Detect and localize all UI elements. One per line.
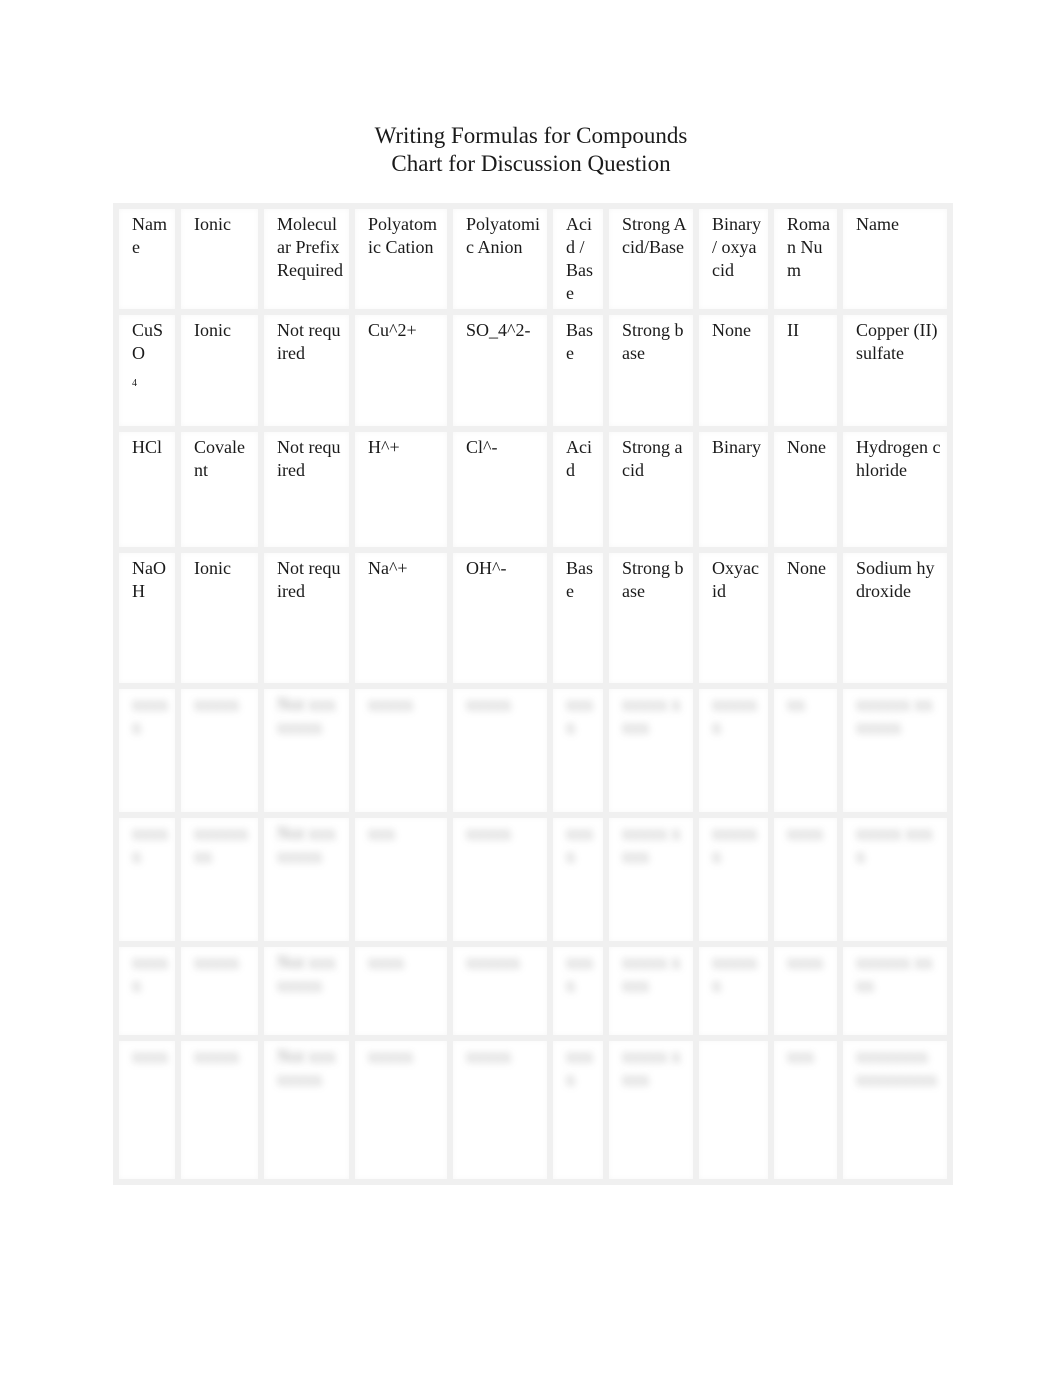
blurred-table-row: xxxx xxxxx Not xxxxxxxx xxxxx xxxxx xxxx… bbox=[113, 1035, 953, 1185]
blurred-cell: xxxx bbox=[113, 1035, 181, 1185]
acid-base-cell: Base bbox=[547, 309, 609, 432]
blurred-cell: xxxxxx bbox=[693, 812, 774, 947]
prefix-cell: Not required bbox=[258, 426, 355, 553]
binary-oxyacid-cell: None bbox=[693, 309, 774, 432]
cation-cell: H^+ bbox=[349, 426, 453, 553]
blurred-cell: xxxxxxxx xxxxxxxxx bbox=[837, 1035, 953, 1185]
blurred-cell: xxxxx xxxx bbox=[603, 1035, 699, 1185]
blurred-cell: xxxxx xxxx bbox=[603, 683, 699, 818]
blurred-table-row: xxxxx xxxxx Not xxxxxxxx xxxx xxxxxx xxx… bbox=[113, 941, 953, 1041]
blurred-cell: xxxxx bbox=[447, 683, 553, 818]
cation-cell: Cu^2+ bbox=[349, 309, 453, 432]
header-cell: Polyatomic Cation bbox=[349, 203, 453, 315]
formula-main: CuSO bbox=[132, 320, 164, 363]
blurred-cell: xxxxx bbox=[113, 812, 181, 947]
blurred-cell: xxxxxxxx bbox=[175, 812, 264, 947]
blurred-cell: xxxxxx xxxxxxx bbox=[837, 683, 953, 818]
blurred-cell: xxx bbox=[768, 1035, 843, 1185]
blurred-cell: xxxx bbox=[547, 812, 609, 947]
blurred-cell: xxxx bbox=[768, 812, 843, 947]
blurred-cell: xxxxx bbox=[175, 941, 264, 1041]
formula-cell: NaOH bbox=[113, 547, 181, 689]
blurred-cell: Not xxxxxxxx bbox=[258, 941, 355, 1041]
blurred-cell: xxxxx bbox=[175, 1035, 264, 1185]
blurred-cell: xxxx bbox=[768, 941, 843, 1041]
blurred-cell: xxxxx xxxx bbox=[837, 812, 953, 947]
blurred-cell: xxxx bbox=[547, 1035, 609, 1185]
table-row: CuSO 4 Ionic Not required Cu^2+ SO_4^2- B… bbox=[113, 309, 953, 432]
blurred-cell: xxxx bbox=[547, 683, 609, 818]
document-title: Writing Formulas for Compounds Chart for… bbox=[0, 122, 1062, 178]
blurred-cell: xxxxxx bbox=[693, 941, 774, 1041]
blurred-cell: xxxxx xxxx bbox=[603, 941, 699, 1041]
blurred-cell: xxxxx bbox=[113, 941, 181, 1041]
anion-cell: SO_4^2- bbox=[447, 309, 553, 432]
table-header-row: Name Ionic Molecular Prefix Required Pol… bbox=[113, 203, 953, 315]
blurred-cell: xxxxxx bbox=[693, 683, 774, 818]
compound-name-cell: Hydrogen chloride bbox=[837, 426, 953, 553]
bond-type-cell: Ionic bbox=[175, 547, 264, 689]
blurred-table-row: xxxxx xxxxxxxx Not xxxxxxxx xxx xxxxx xx… bbox=[113, 812, 953, 947]
table-row: HCl Covalent Not required H^+ Cl^- Acid … bbox=[113, 426, 953, 553]
acid-base-cell: Acid bbox=[547, 426, 609, 553]
formula-cell: HCl bbox=[113, 426, 181, 553]
anion-cell: OH^- bbox=[447, 547, 553, 689]
blurred-cell: Not xxxxxxxx bbox=[258, 683, 355, 818]
table-row: NaOH Ionic Not required Na^+ OH^- Base S… bbox=[113, 547, 953, 689]
blurred-cell bbox=[693, 1035, 774, 1185]
blurred-cell: xxxxx xxxx bbox=[603, 812, 699, 947]
compounds-table-wrapper: Name Ionic Molecular Prefix Required Pol… bbox=[113, 203, 953, 1185]
header-cell: Strong Acid/Base bbox=[603, 203, 699, 315]
blurred-cell: xxxxx bbox=[447, 812, 553, 947]
header-cell: Ionic bbox=[175, 203, 264, 315]
acid-base-cell: Base bbox=[547, 547, 609, 689]
header-cell: Name bbox=[837, 203, 953, 315]
title-line-2: Chart for Discussion Question bbox=[391, 151, 671, 176]
blurred-cell: xxxx bbox=[349, 941, 453, 1041]
formula-cell: CuSO 4 bbox=[113, 309, 181, 432]
blurred-cell: xxxxx bbox=[349, 683, 453, 818]
blurred-cell: xxxxx bbox=[113, 683, 181, 818]
header-cell: Roman Num bbox=[768, 203, 843, 315]
header-cell: Molecular Prefix Required bbox=[258, 203, 355, 315]
blurred-cell: xxxxx bbox=[175, 683, 264, 818]
title-line-1: Writing Formulas for Compounds bbox=[374, 123, 688, 148]
blurred-cell: xxxxx bbox=[349, 1035, 453, 1185]
compound-name-cell: Sodium hydroxide bbox=[837, 547, 953, 689]
bond-type-cell: Covalent bbox=[175, 426, 264, 553]
prefix-cell: Not required bbox=[258, 547, 355, 689]
compounds-table: Name Ionic Molecular Prefix Required Pol… bbox=[113, 203, 953, 1185]
blurred-table-row: xxxxx xxxxx Not xxxxxxxx xxxxx xxxxx xxx… bbox=[113, 683, 953, 818]
roman-numeral-cell: None bbox=[768, 426, 843, 553]
strength-cell: Strong base bbox=[603, 547, 699, 689]
prefix-cell: Not required bbox=[258, 309, 355, 432]
anion-cell: Cl^- bbox=[447, 426, 553, 553]
blurred-cell: xxxx bbox=[547, 941, 609, 1041]
blurred-cell: Not xxxxxxxx bbox=[258, 1035, 355, 1185]
header-cell: Name bbox=[113, 203, 181, 315]
roman-numeral-cell: None bbox=[768, 547, 843, 689]
blurred-cell: xxxxxx bbox=[447, 941, 553, 1041]
formula-subscript: 4 bbox=[132, 378, 137, 389]
cation-cell: Na^+ bbox=[349, 547, 453, 689]
binary-oxyacid-cell: Oxyacid bbox=[693, 547, 774, 689]
blurred-cell: xx bbox=[768, 683, 843, 818]
bond-type-cell: Ionic bbox=[175, 309, 264, 432]
binary-oxyacid-cell: Binary bbox=[693, 426, 774, 553]
header-cell: Binary / oxyacid bbox=[693, 203, 774, 315]
blurred-cell: xxxxx bbox=[447, 1035, 553, 1185]
strength-cell: Strong base bbox=[603, 309, 699, 432]
blurred-cell: xxxxxx xxxx bbox=[837, 941, 953, 1041]
roman-numeral-cell: II bbox=[768, 309, 843, 432]
blurred-cell: xxx bbox=[349, 812, 453, 947]
header-cell: Acid / Base bbox=[547, 203, 609, 315]
strength-cell: Strong acid bbox=[603, 426, 699, 553]
header-cell: Polyatomic Anion bbox=[447, 203, 553, 315]
compound-name-cell: Copper (II) sulfate bbox=[837, 309, 953, 432]
blurred-cell: Not xxxxxxxx bbox=[258, 812, 355, 947]
